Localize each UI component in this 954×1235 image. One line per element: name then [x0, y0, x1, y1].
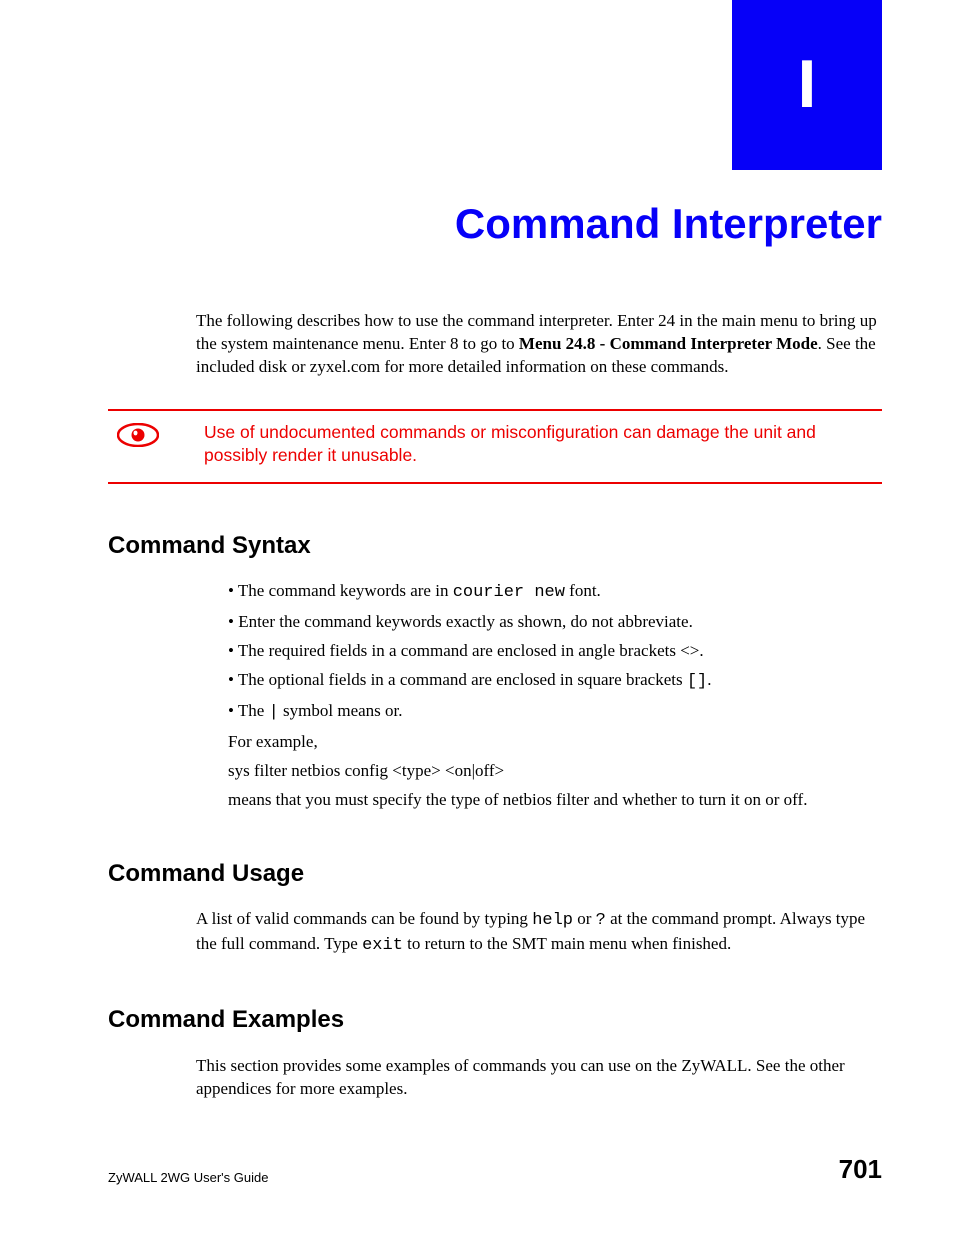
text: The command keywords are in: [238, 581, 453, 600]
mono-text: []: [687, 672, 707, 691]
heading-command-usage: Command Usage: [108, 858, 882, 890]
list-item: Enter the command keywords exactly as sh…: [228, 611, 882, 634]
text: The optional fields in a command are enc…: [238, 670, 687, 689]
examples-paragraph: This section provides some examples of c…: [196, 1055, 882, 1101]
appendix-letter: I: [798, 39, 817, 131]
syntax-list: The command keywords are in courier new …: [228, 580, 882, 725]
mono-text: |: [269, 703, 279, 722]
list-item: The required fields in a command are enc…: [228, 640, 882, 663]
heading-command-examples: Command Examples: [108, 1004, 882, 1036]
heading-command-syntax: Command Syntax: [108, 530, 882, 562]
text: symbol means or.: [279, 701, 403, 720]
page-content: The following describes how to use the c…: [108, 310, 882, 1106]
warning-text: Use of undocumented commands or misconfi…: [168, 421, 882, 468]
text: A list of valid commands can be found by…: [196, 909, 532, 928]
mono-text: ?: [596, 911, 606, 930]
list-item: The command keywords are in courier new …: [228, 580, 882, 605]
intro-menu-ref: Menu 24.8 - Command Interpreter Mode: [519, 334, 818, 353]
example-command: sys filter netbios config <type> <on|off…: [228, 760, 882, 783]
text: The: [238, 701, 269, 720]
footer-guide-name: ZyWALL 2WG User's Guide: [108, 1169, 268, 1187]
intro-paragraph: The following describes how to use the c…: [196, 310, 882, 379]
warning-block: Use of undocumented commands or misconfi…: [108, 409, 882, 484]
mono-text: help: [532, 911, 573, 930]
text: font.: [565, 581, 601, 600]
appendix-tab: I: [732, 0, 882, 170]
warning-rule-bottom: [108, 482, 882, 484]
page-title: Command Interpreter: [102, 196, 882, 253]
footer-page-number: 701: [839, 1152, 882, 1187]
mono-text: exit: [362, 936, 403, 955]
example-intro: For example,: [228, 731, 882, 754]
eye-icon: [108, 421, 168, 447]
example-explain: means that you must specify the type of …: [228, 789, 882, 812]
list-item: The | symbol means or.: [228, 700, 882, 725]
text: .: [707, 670, 711, 689]
list-item: The optional fields in a command are enc…: [228, 669, 882, 694]
usage-paragraph: A list of valid commands can be found by…: [196, 908, 882, 958]
text: to return to the SMT main menu when fini…: [403, 934, 731, 953]
warning-body: Use of undocumented commands or misconfi…: [108, 411, 882, 482]
page-footer: ZyWALL 2WG User's Guide 701: [108, 1152, 882, 1187]
text: or: [573, 909, 596, 928]
mono-text: courier new: [453, 583, 565, 602]
